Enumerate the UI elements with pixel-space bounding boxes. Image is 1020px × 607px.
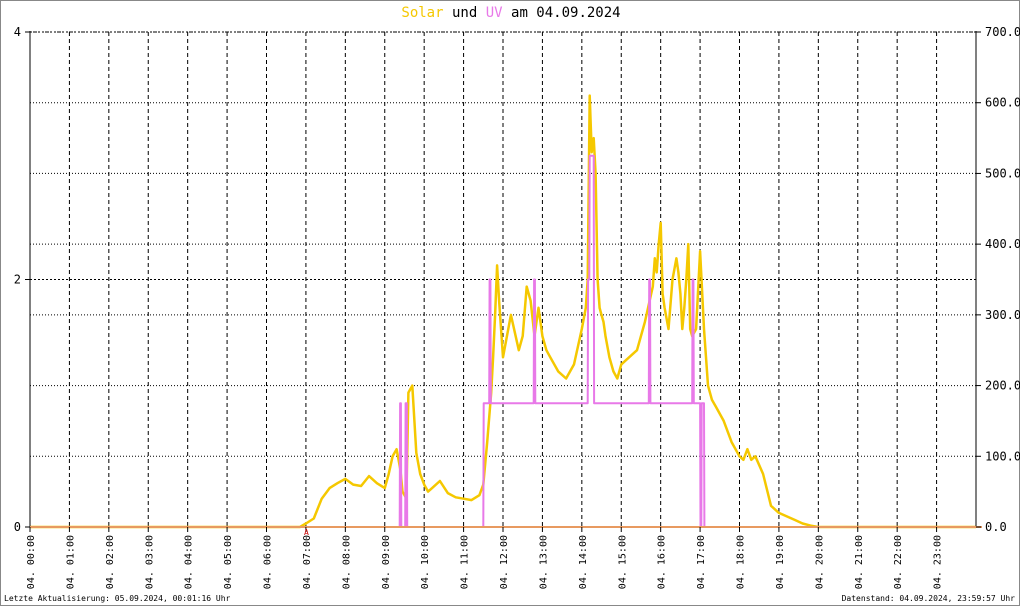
data-status-text: Datenstand: 04.09.2024, 23:59:57 Uhr [841, 594, 1015, 603]
x-tick-label: 04. 18:00 [736, 535, 747, 589]
x-tick-label: 04. 23:00 [933, 535, 944, 589]
last-update-text: Letzte Aktualisierung: 05.09.2024, 00:01… [4, 594, 231, 603]
y-right-tick-label: 400.0 [985, 237, 1020, 251]
x-tick-label: 04. 02:00 [105, 535, 116, 589]
x-tick-label: 04. 21:00 [854, 535, 865, 589]
x-tick-label: 04. 00:00 [26, 535, 37, 589]
x-tick-label: 04. 20:00 [814, 535, 825, 589]
x-tick-label: 04. 16:00 [657, 535, 668, 589]
x-tick-label: 04. 13:00 [538, 535, 549, 589]
x-tick-label: 04. 08:00 [341, 535, 352, 589]
y-right-tick-label: 200.0 [985, 379, 1020, 393]
x-tick-label: 04. 19:00 [775, 535, 786, 589]
chart-panel: Solar und UV am 04.09.2024 0 2 4 0.0 100.0 20… [0, 0, 1020, 606]
y-right-tick-label: 700.0 [985, 25, 1020, 39]
x-tick-label: 04. 05:00 [223, 535, 234, 589]
y-left-tick-label: 0 [14, 520, 21, 534]
y-left-tick-label: 2 [14, 273, 21, 287]
x-tick-label: 04. 22:00 [893, 535, 904, 589]
y-right-tick-label: 500.0 [985, 166, 1020, 180]
y-left-tick-label: 4 [14, 25, 21, 39]
x-tick-label: 04. 17:00 [696, 535, 707, 589]
y-right-tick-label: 100.0 [985, 449, 1020, 463]
x-tick-label: 04. 10:00 [420, 535, 431, 589]
plot-area: 0 2 4 0.0 100.0 200.0 300.0 400.0 500.0 600.0 700.… [14, 25, 1020, 589]
x-tick-label: 04. 14:00 [578, 535, 589, 589]
x-tick-label: 04. 11:00 [460, 535, 471, 589]
x-tick-label: 04. 01:00 [65, 535, 76, 589]
start-marker: A [304, 528, 309, 537]
x-tick-label: 04. 04:00 [184, 535, 195, 589]
x-tick-label: 04. 06:00 [263, 535, 274, 589]
y-right-tick-label: 0.0 [985, 520, 1007, 534]
x-tick-label: 04. 03:00 [144, 535, 155, 589]
x-tick-label: 04. 09:00 [381, 535, 392, 589]
x-tick-label: 04. 15:00 [617, 535, 628, 589]
y-right-tick-label: 600.0 [985, 96, 1020, 110]
y-right-tick-label: 300.0 [985, 308, 1020, 322]
x-tick-label: 04. 07:00 [302, 535, 313, 589]
x-tick-label: 04. 12:00 [499, 535, 510, 589]
